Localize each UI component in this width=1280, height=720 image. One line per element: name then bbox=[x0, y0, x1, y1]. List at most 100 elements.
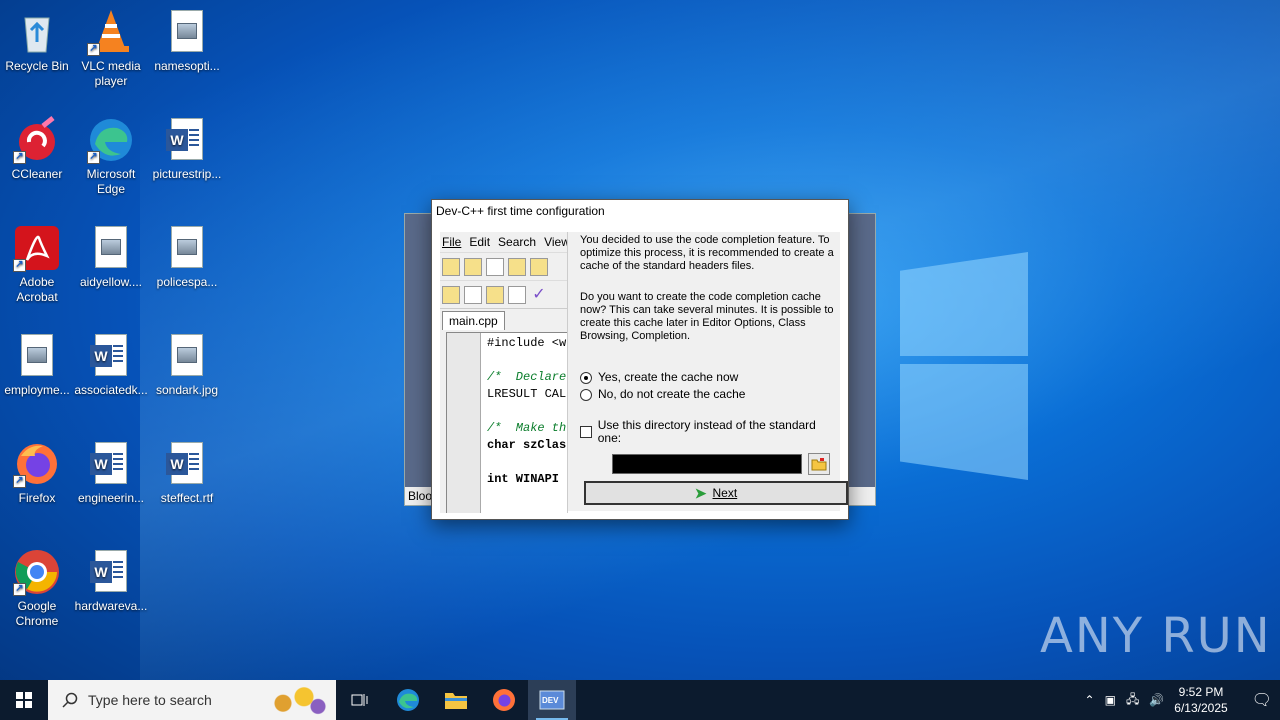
recycle-bin-icon bbox=[24, 17, 50, 53]
volume-icon[interactable]: 🔊 bbox=[1149, 693, 1164, 707]
code-line: /* Make th bbox=[487, 421, 567, 435]
use-directory-checkbox[interactable] bbox=[580, 426, 592, 438]
desktop-icon-namesopti[interactable]: namesopti... bbox=[150, 8, 224, 74]
taskbar-clock[interactable]: 9:52 PM 6/13/2025 bbox=[1174, 684, 1227, 716]
radio-button-selected[interactable] bbox=[580, 371, 592, 384]
dev-cpp-icon: DEV bbox=[539, 690, 565, 710]
desktop-icon-recycle-bin[interactable]: Recycle Bin bbox=[0, 8, 74, 74]
desktop-icon-label: CCleaner bbox=[11, 167, 63, 181]
preview-toolbar-1 bbox=[440, 252, 567, 280]
check-icon: ✓ bbox=[532, 285, 546, 303]
device-icon[interactable]: ▣ bbox=[1105, 693, 1116, 707]
use-directory-label: Use this directory instead of the standa… bbox=[597, 418, 816, 445]
search-placeholder: Type here to search bbox=[88, 692, 212, 708]
editor-preview-image: File Edit Search View ✓ main.cpp #includ… bbox=[440, 232, 568, 513]
clock-date: 6/13/2025 bbox=[1174, 701, 1228, 715]
desktop-icon-microsoft-edge[interactable]: ↗ Microsoft Edge bbox=[74, 116, 148, 197]
new-file-icon bbox=[486, 257, 504, 276]
question-paragraph: Do you want to create the code completio… bbox=[580, 291, 834, 342]
desktop-icon-policespa[interactable]: policespa... bbox=[150, 224, 224, 290]
word-document-icon: W bbox=[166, 118, 203, 160]
firefox-icon bbox=[493, 689, 515, 711]
preview-tab-main-cpp: main.cpp bbox=[442, 311, 505, 330]
taskbar-file-explorer[interactable] bbox=[432, 680, 480, 720]
system-tray: ⌃ ▣ 🖧 🔊 9:52 PM 6/13/2025 🗨 bbox=[1085, 684, 1280, 716]
desktop-icon-vlc[interactable]: ↗ VLC media player bbox=[74, 8, 148, 89]
desktop-icon-label: Adobe Acrobat bbox=[16, 275, 58, 304]
task-view-button[interactable] bbox=[336, 680, 384, 720]
code-line: char szClas bbox=[487, 438, 567, 452]
chevron-up-icon[interactable]: ⌃ bbox=[1085, 693, 1095, 707]
radio-no-label: No, do not create the cache bbox=[598, 387, 746, 401]
taskbar-search-box[interactable]: Type here to search bbox=[48, 680, 336, 720]
save-all-icon bbox=[530, 257, 548, 276]
image-file-icon bbox=[171, 226, 203, 268]
word-document-icon: W bbox=[90, 334, 127, 376]
radio-button[interactable] bbox=[580, 388, 592, 401]
dialog-title[interactable]: Dev-C++ first time configuration bbox=[432, 200, 848, 224]
browse-folder-button[interactable] bbox=[808, 453, 830, 475]
start-button[interactable] bbox=[0, 680, 48, 720]
desktop-icon-adobe-acrobat[interactable]: ↗ Adobe Acrobat bbox=[0, 224, 74, 305]
code-line: LRESULT CAL bbox=[487, 387, 567, 401]
dialog-options-panel: You decided to use the code completion f… bbox=[576, 232, 848, 511]
desktop-icon-sondark[interactable]: sondark.jpg bbox=[150, 332, 224, 398]
desktop-icon-picturestrip[interactable]: W picturestrip... bbox=[150, 116, 224, 182]
word-document-icon: W bbox=[90, 442, 127, 484]
code-line: #include <w bbox=[487, 336, 567, 350]
open-file-icon bbox=[464, 257, 482, 276]
folder-icon bbox=[445, 693, 467, 709]
grid-icon bbox=[508, 285, 526, 304]
desktop-icon-aidyellow[interactable]: aidyellow.... bbox=[74, 224, 148, 290]
desktop-icon-label: employme... bbox=[4, 383, 70, 397]
open-project-icon bbox=[442, 257, 460, 276]
word-document-icon: W bbox=[166, 442, 203, 484]
editor-gutter bbox=[447, 333, 481, 513]
desktop-icon-firefox[interactable]: ↗ Firefox bbox=[0, 440, 74, 506]
anyrun-watermark: ANY RUN bbox=[1040, 608, 1272, 664]
use-directory-checkbox-row[interactable]: Use this directory instead of the standa… bbox=[580, 419, 836, 445]
save-icon bbox=[508, 257, 526, 276]
desktop-icon-label: policespa... bbox=[156, 275, 218, 289]
code-line: int WINAPI bbox=[487, 472, 560, 486]
desktop-icon-label: Microsoft Edge bbox=[86, 167, 136, 196]
image-file-icon bbox=[171, 334, 203, 376]
preview-code: #include <w /* Declare LRESULT CAL /* Make … bbox=[487, 335, 566, 488]
network-icon[interactable]: 🖧 bbox=[1126, 690, 1139, 711]
desktop-icon-label: aidyellow.... bbox=[79, 275, 143, 289]
taskbar-firefox[interactable] bbox=[480, 680, 528, 720]
window-icon bbox=[464, 285, 482, 304]
taskbar-edge[interactable] bbox=[384, 680, 432, 720]
desktop-icon-label: picturestrip... bbox=[152, 167, 222, 181]
next-button[interactable]: ➤ Next bbox=[584, 481, 848, 505]
search-icon bbox=[62, 692, 78, 708]
clock-time: 9:52 PM bbox=[1178, 685, 1224, 699]
task-view-icon bbox=[351, 694, 368, 706]
desktop-icon-steffect[interactable]: W steffect.rtf bbox=[150, 440, 224, 506]
preview-tabrow: main.cpp bbox=[440, 308, 567, 330]
desktop-icon-employme[interactable]: employme... bbox=[0, 332, 74, 398]
desktop-icon-label: Firefox bbox=[18, 491, 56, 505]
desktop-icon-ccleaner[interactable]: ↗ CCleaner bbox=[0, 116, 74, 182]
radio-create-cache-yes[interactable]: Yes, create the cache now bbox=[580, 371, 836, 384]
desktop-icon-google-chrome[interactable]: ↗ Google Chrome bbox=[0, 548, 74, 629]
desktop-icon-label: sondark.jpg bbox=[155, 383, 219, 397]
intro-paragraph: You decided to use the code completion f… bbox=[580, 234, 834, 272]
layout-icon bbox=[486, 285, 504, 304]
image-file-icon bbox=[171, 10, 203, 52]
radio-create-cache-no[interactable]: No, do not create the cache bbox=[580, 388, 836, 401]
desktop-icon-associatedk[interactable]: W associatedk... bbox=[74, 332, 148, 398]
desktop-icon-hardwareva[interactable]: W hardwareva... bbox=[74, 548, 148, 614]
preview-menu-file: File bbox=[442, 235, 462, 249]
taskbar-dev-cpp[interactable]: DEV bbox=[528, 680, 576, 720]
code-line: /* Declare bbox=[487, 370, 567, 384]
svg-text:DEV: DEV bbox=[542, 696, 559, 705]
image-file-icon bbox=[95, 226, 127, 268]
folder-icon bbox=[811, 458, 827, 471]
next-button-label: Next bbox=[712, 485, 738, 500]
edge-icon bbox=[397, 689, 419, 711]
directory-input[interactable] bbox=[612, 454, 802, 474]
notifications-icon[interactable]: 🗨 bbox=[1252, 690, 1272, 710]
desktop-icon-engineerin[interactable]: W engineerin... bbox=[74, 440, 148, 506]
windows-logo-wallpaper bbox=[870, 240, 1030, 480]
